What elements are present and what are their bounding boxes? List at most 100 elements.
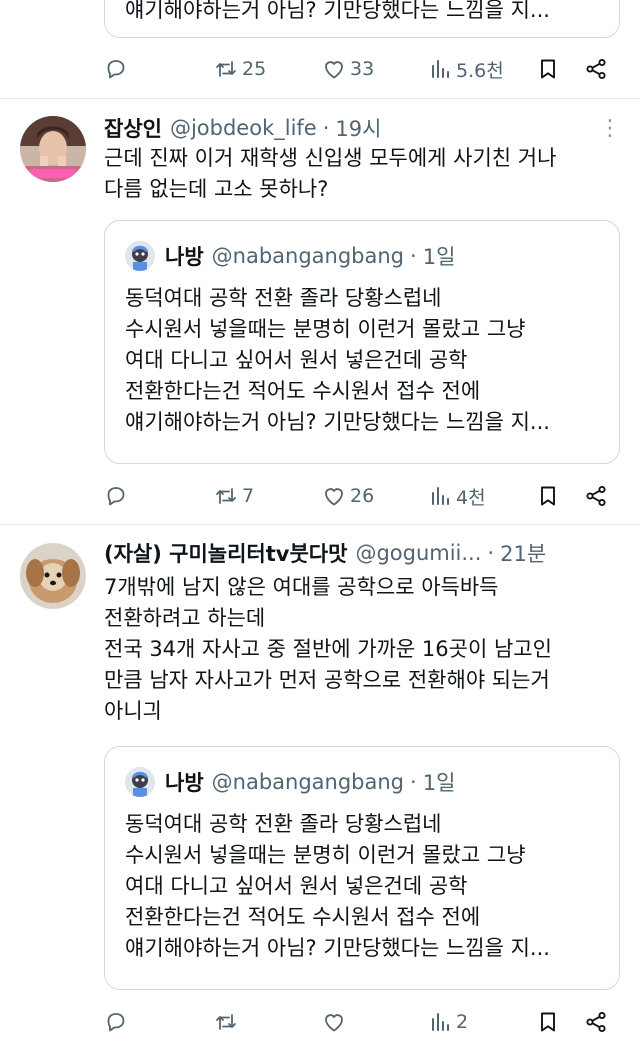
views-count: 4천: [456, 486, 486, 509]
views-button[interactable]: 4천: [428, 481, 486, 511]
tweet-timestamp[interactable]: 21분: [500, 538, 546, 568]
views-icon: [428, 57, 452, 81]
quoted-tweet-line: 얘기해야하는거 아님? 기만당했다는 느낌을 지...: [125, 936, 550, 960]
user-handle[interactable]: @jobdeok_life: [170, 116, 317, 140]
tweet-header: (자살) 구미놀리터tv붓다맛 @gogumii... · 21분: [104, 538, 620, 568]
share-icon: [584, 57, 608, 81]
quoted-tweet-line: 얘기해야하는거 아님? 기만당했다는 느낌을 지...: [125, 410, 550, 434]
reply-icon: [104, 57, 128, 81]
reply-button[interactable]: [104, 1007, 128, 1037]
bookmark-icon: [536, 57, 560, 81]
tweet-actions: 25 33 5.6천: [104, 54, 620, 84]
share-button[interactable]: [584, 1007, 608, 1037]
tweet-timestamp[interactable]: 19시: [335, 113, 381, 143]
share-button[interactable]: [584, 54, 608, 84]
like-count: 33: [350, 58, 375, 80]
quoted-display-name: 나방: [165, 245, 204, 269]
quoted-timestamp: 1일: [422, 771, 456, 795]
tweet-line: 다름 없는데 고소 못하나?: [104, 177, 329, 201]
reply-button[interactable]: [104, 481, 128, 511]
quoted-tweet-line: 동덕여대 공학 전환 졸라 당황스럽네: [125, 286, 442, 310]
tweet-header: 잡상인 @jobdeok_life · 19시: [104, 113, 620, 143]
retweet-count: 25: [242, 58, 267, 80]
retweet-button[interactable]: [214, 1007, 242, 1037]
more-options-icon[interactable]: ⋮: [599, 118, 621, 140]
like-button[interactable]: 26: [322, 481, 374, 511]
quoted-tweet-line: 전환한다는건 적어도 수시원서 접수 전에: [125, 379, 481, 403]
quoted-tweet-card[interactable]: 나방 @nabangangbang · 1일 동덕여대 공학 전환 졸라 당황스…: [104, 220, 620, 464]
quoted-user-handle: @nabangangbang: [211, 770, 405, 794]
quoted-tweet-header: 나방 @nabangangbang · 1일: [125, 767, 455, 797]
tweet-divider: [0, 524, 640, 525]
share-icon: [584, 1010, 608, 1034]
reply-icon: [104, 1010, 128, 1034]
avatar[interactable]: [20, 116, 86, 182]
like-button[interactable]: [322, 1007, 350, 1037]
heart-icon: [322, 57, 346, 81]
quoted-tweet-header: 나방 @nabangangbang · 1일: [125, 241, 455, 271]
retweet-count: 7: [242, 485, 255, 507]
quoted-tweet-text: 얘기해야하는거 아님? 기만당했다는 느낌을 지...: [125, 0, 550, 26]
retweet-button[interactable]: 25: [214, 54, 266, 84]
reply-icon: [104, 484, 128, 508]
quoted-user-handle: @nabangangbang: [211, 244, 405, 268]
bookmark-button[interactable]: [536, 54, 560, 84]
quoted-display-name: 나방: [165, 771, 204, 795]
tweet-divider: [0, 98, 640, 99]
tweet-line: 아니긔: [104, 699, 162, 723]
separator-dot: ·: [322, 116, 330, 140]
retweet-icon: [214, 57, 238, 81]
quoted-avatar: [125, 241, 155, 271]
heart-icon: [322, 484, 346, 508]
avatar-image: [20, 116, 86, 182]
share-button[interactable]: [584, 481, 608, 511]
views-icon: [428, 1010, 452, 1034]
separator-dot: ·: [410, 244, 417, 268]
tweet-text: 근데 진짜 이거 재학생 신입생 모두에게 사기친 거나 다름 없는데 고소 못…: [104, 143, 616, 205]
like-button[interactable]: 33: [322, 54, 374, 84]
tweet-line: 근데 진짜 이거 재학생 신입생 모두에게 사기친 거나: [104, 146, 557, 170]
views-button[interactable]: 5.6천: [428, 54, 504, 84]
tweet-line: 7개밖에 남지 않은 여대를 공학으로 아득바득: [104, 575, 499, 599]
retweet-button[interactable]: 7: [214, 481, 254, 511]
bookmark-button[interactable]: [536, 1007, 560, 1037]
views-count: 5.6천: [456, 59, 504, 82]
retweet-icon: [214, 1010, 238, 1034]
share-icon: [584, 484, 608, 508]
heart-icon: [322, 1010, 346, 1034]
tweet-line: 전국 34개 자사고 중 절반에 가까운 16곳이 남고인: [104, 637, 552, 661]
quoted-tweet-line: 여대 다니고 싶어서 원서 넣은건데 공학: [125, 874, 468, 898]
display-name[interactable]: (자살) 구미놀리터tv붓다맛: [104, 538, 347, 568]
quoted-tweet-line: 여대 다니고 싶어서 원서 넣은건데 공학: [125, 348, 468, 372]
bookmark-icon: [536, 484, 560, 508]
bookmark-button[interactable]: [536, 481, 560, 511]
like-count: 26: [350, 485, 375, 507]
reply-button[interactable]: [104, 54, 128, 84]
tweet-actions: 2: [104, 1007, 620, 1037]
quoted-tweet-card[interactable]: 얘기해야하는거 아님? 기만당했다는 느낌을 지...: [104, 0, 620, 38]
views-icon: [428, 484, 452, 508]
bookmark-icon: [536, 1010, 560, 1034]
quoted-tweet-line: 수시원서 넣을때는 분명히 이런거 몰랐고 그냥: [125, 317, 526, 341]
separator-dot: ·: [410, 770, 417, 794]
quoted-tweet-line: 동덕여대 공학 전환 졸라 당황스럽네: [125, 812, 442, 836]
quoted-tweet-text: 동덕여대 공학 전환 졸라 당황스럽네 수시원서 넣을때는 분명히 이런거 몰랐…: [125, 809, 550, 964]
quoted-tweet-text: 동덕여대 공학 전환 졸라 당황스럽네 수시원서 넣을때는 분명히 이런거 몰랐…: [125, 283, 550, 438]
quoted-tweet-line: 얘기해야하는거 아님? 기만당했다는 느낌을 지...: [125, 0, 550, 22]
quoted-avatar: [125, 767, 155, 797]
quoted-tweet-line: 수시원서 넣을때는 분명히 이런거 몰랐고 그냥: [125, 843, 526, 867]
user-handle[interactable]: @gogumii...: [355, 541, 481, 565]
views-button[interactable]: 2: [428, 1007, 468, 1037]
separator-dot: ·: [487, 541, 495, 565]
tweet-line: 만큼 남자 자사고가 먼저 공학으로 전환해야 되는거: [104, 668, 550, 692]
quoted-timestamp: 1일: [422, 245, 456, 269]
retweet-icon: [214, 484, 238, 508]
tweet-actions: 7 26 4천: [104, 481, 620, 511]
tweet-line: 전환하려고 하는데: [104, 606, 266, 630]
views-count: 2: [456, 1011, 469, 1033]
avatar-image: [20, 543, 86, 609]
avatar[interactable]: [20, 543, 86, 609]
display-name[interactable]: 잡상인: [104, 113, 162, 143]
quoted-tweet-card[interactable]: 나방 @nabangangbang · 1일 동덕여대 공학 전환 졸라 당황스…: [104, 746, 620, 990]
quoted-tweet-line: 전환한다는건 적어도 수시원서 접수 전에: [125, 905, 481, 929]
